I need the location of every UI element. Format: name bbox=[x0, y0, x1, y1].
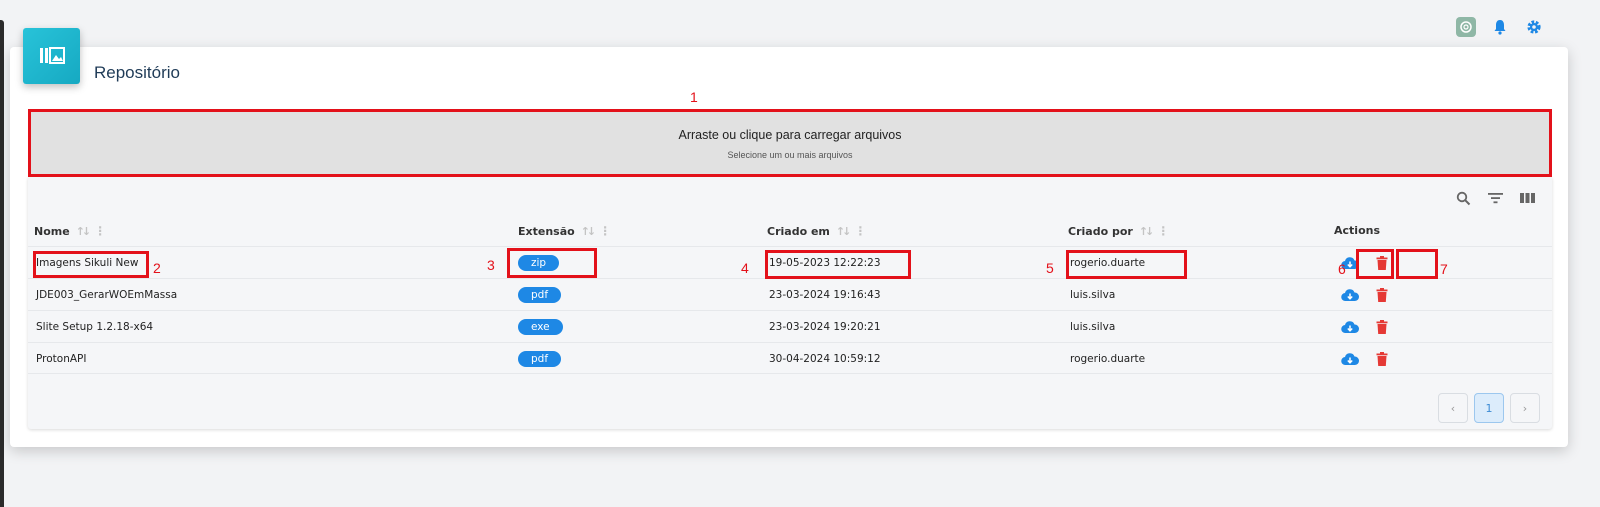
trash-icon[interactable] bbox=[1373, 350, 1391, 368]
column-header-created-by-label: Criado por bbox=[1068, 224, 1133, 238]
sort-icon[interactable]: ↑↓ bbox=[1139, 225, 1155, 238]
pagination: ‹ 1 › bbox=[1438, 393, 1540, 423]
left-window-edge bbox=[0, 20, 4, 507]
annotation-number-5: 5 bbox=[1046, 260, 1054, 276]
table-row: JDE003_GerarWOEmMassa pdf 23-03-2024 19:… bbox=[28, 278, 1552, 310]
annotation-number-4: 4 bbox=[741, 260, 749, 276]
annotation-number-1: 1 bbox=[690, 89, 698, 105]
prev-page-button[interactable]: ‹ bbox=[1438, 393, 1468, 423]
download-icon[interactable] bbox=[1341, 350, 1359, 368]
column-header-created-at-label: Criado em bbox=[767, 224, 830, 238]
column-header-created-at[interactable]: Criado em ↑↓ ⋮ bbox=[767, 224, 866, 238]
column-header-name[interactable]: Nome ↑↓ ⋮ bbox=[34, 224, 106, 238]
sort-icon[interactable]: ↑↓ bbox=[836, 225, 852, 238]
annotation-box-4 bbox=[765, 250, 911, 279]
trash-icon[interactable] bbox=[1373, 286, 1391, 304]
column-header-extension-label: Extensão bbox=[518, 224, 575, 238]
extension-badge: pdf bbox=[518, 287, 562, 303]
file-name: JDE003_GerarWOEmMassa bbox=[36, 289, 178, 301]
created-at: 30-04-2024 10:59:12 bbox=[769, 353, 881, 365]
column-header-name-label: Nome bbox=[34, 224, 70, 238]
created-at: 23-03-2024 19:20:21 bbox=[769, 321, 881, 333]
library-icon bbox=[23, 28, 80, 84]
annotation-box-7 bbox=[1396, 249, 1438, 279]
created-by: rogerio.duarte bbox=[1070, 353, 1146, 365]
search-icon[interactable] bbox=[1454, 189, 1472, 207]
sort-icon[interactable]: ↑↓ bbox=[581, 225, 597, 238]
column-header-actions-label: Actions bbox=[1334, 224, 1380, 237]
created-by: luis.silva bbox=[1070, 289, 1116, 301]
page-1-button[interactable]: 1 bbox=[1474, 393, 1504, 423]
annotation-box-1 bbox=[28, 109, 1552, 177]
columns-icon[interactable] bbox=[1518, 189, 1536, 207]
gear-icon[interactable] bbox=[1524, 17, 1544, 37]
column-menu-icon[interactable]: ⋮ bbox=[854, 224, 866, 238]
extension-badge: exe bbox=[518, 319, 563, 335]
chatgpt-icon[interactable] bbox=[1456, 17, 1476, 37]
column-header-extension[interactable]: Extensão ↑↓ ⋮ bbox=[518, 224, 611, 238]
files-table: Nome ↑↓ ⋮ Extensão ↑↓ ⋮ Criado em ↑↓ ⋮ C… bbox=[28, 177, 1552, 429]
next-page-button[interactable]: › bbox=[1510, 393, 1540, 423]
download-icon[interactable] bbox=[1341, 286, 1359, 304]
created-at: 23-03-2024 19:16:43 bbox=[769, 289, 881, 301]
filter-icon[interactable] bbox=[1486, 189, 1504, 207]
column-menu-icon[interactable]: ⋮ bbox=[94, 224, 106, 238]
column-header-actions: Actions bbox=[1334, 224, 1380, 237]
annotation-box-6 bbox=[1356, 249, 1394, 279]
annotation-box-2 bbox=[33, 251, 149, 278]
extension-badge: pdf bbox=[518, 351, 562, 367]
download-icon[interactable] bbox=[1341, 318, 1359, 336]
page-title: Repositório bbox=[94, 63, 180, 82]
table-row: Slite Setup 1.2.18-x64 exe 23-03-2024 19… bbox=[28, 310, 1552, 342]
annotation-box-5 bbox=[1066, 250, 1187, 279]
file-name: Slite Setup 1.2.18-x64 bbox=[36, 321, 154, 333]
annotation-number-6: 6 bbox=[1338, 261, 1346, 277]
table-toolbar bbox=[1454, 189, 1536, 207]
annotation-number-2: 2 bbox=[153, 260, 161, 276]
annotation-number-7: 7 bbox=[1440, 261, 1448, 277]
table-row: ProtonAPI pdf 30-04-2024 10:59:12 rogeri… bbox=[28, 342, 1552, 374]
column-menu-icon[interactable]: ⋮ bbox=[1157, 224, 1169, 238]
file-name: ProtonAPI bbox=[36, 353, 87, 365]
column-menu-icon[interactable]: ⋮ bbox=[599, 224, 611, 238]
column-header-created-by[interactable]: Criado por ↑↓ ⋮ bbox=[1068, 224, 1169, 238]
sort-icon[interactable]: ↑↓ bbox=[76, 225, 92, 238]
annotation-box-3 bbox=[507, 248, 597, 278]
created-by: luis.silva bbox=[1070, 321, 1116, 333]
topbar-icons bbox=[1456, 17, 1544, 37]
trash-icon[interactable] bbox=[1373, 318, 1391, 336]
bell-icon[interactable] bbox=[1490, 17, 1510, 37]
annotation-number-3: 3 bbox=[487, 257, 495, 273]
